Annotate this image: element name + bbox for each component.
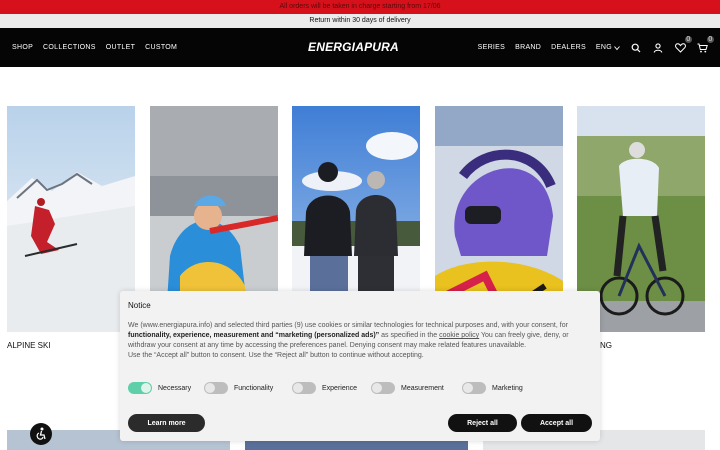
cart-icon[interactable]: 0 <box>696 35 714 54</box>
toggle-switch-measurement[interactable] <box>371 382 395 394</box>
category-label-cycling[interactable]: NG <box>600 341 612 350</box>
toggle-switch-marketing[interactable] <box>462 382 486 394</box>
user-icon[interactable] <box>652 42 664 54</box>
accessibility-icon <box>36 427 46 440</box>
toggle-necessary[interactable]: Necessary <box>128 382 204 394</box>
cookie-dialog-title: Notice <box>128 301 151 310</box>
reject-all-button[interactable]: Reject all <box>448 414 517 432</box>
main-nav: SHOP COLLECTIONS OUTLET CUSTOM <box>12 28 177 67</box>
promo-bar-returns: Return within 30 days of delivery <box>0 14 720 28</box>
nav-brand[interactable]: BRAND <box>515 44 541 51</box>
toggle-switch-functionality[interactable] <box>204 382 228 394</box>
category-label-alpine-ski[interactable]: ALPINE SKI <box>7 341 51 350</box>
toggle-marketing[interactable]: Marketing <box>462 382 523 394</box>
accessibility-button[interactable] <box>30 423 52 445</box>
toggle-switch-experience[interactable] <box>292 382 316 394</box>
cookie-consent-dialog: Notice We (www.energiapura.info) and sel… <box>120 291 600 441</box>
toggle-switch-necessary[interactable] <box>128 382 152 394</box>
nav-dealers[interactable]: DEALERS <box>551 44 586 51</box>
nav-series[interactable]: SERIES <box>478 44 505 51</box>
accept-all-button[interactable]: Accept all <box>521 414 592 432</box>
secondary-nav: SERIES BRAND DEALERS ENG 0 0 <box>478 28 714 67</box>
nav-collections[interactable]: COLLECTIONS <box>43 44 96 51</box>
nav-shop[interactable]: SHOP <box>12 44 33 51</box>
language-selector[interactable]: ENG <box>596 44 620 51</box>
site-header: SHOP COLLECTIONS OUTLET CUSTOM ENERGIAPU… <box>0 28 720 67</box>
brand-logo[interactable]: ENERGIAPURA <box>308 40 399 54</box>
search-icon[interactable] <box>630 42 642 54</box>
nav-custom[interactable]: CUSTOM <box>145 44 177 51</box>
cookie-dialog-text: We (www.energiapura.info) and selected t… <box>128 322 569 349</box>
promo-bar-orders: All orders will be taken in charge start… <box>0 0 720 14</box>
cookie-policy-link[interactable]: cookie policy <box>439 332 479 339</box>
nav-outlet[interactable]: OUTLET <box>106 44 135 51</box>
chevron-down-icon <box>614 45 620 50</box>
toggle-functionality[interactable]: Functionality <box>204 382 292 394</box>
wishlist-count-badge: 0 <box>685 35 692 43</box>
learn-more-button[interactable]: Learn more <box>128 414 205 432</box>
consent-toggles: Necessary Functionality Experience Measu… <box>128 382 523 394</box>
heart-icon[interactable]: 0 <box>674 35 692 54</box>
toggle-measurement[interactable]: Measurement <box>371 382 462 394</box>
cookie-dialog-instructions: Use the “Accept all” button to consent. … <box>128 352 424 359</box>
toggle-experience[interactable]: Experience <box>292 382 371 394</box>
cart-count-badge: 0 <box>707 35 714 43</box>
category-image-alpine-ski[interactable] <box>7 106 135 332</box>
language-label: ENG <box>595 44 612 51</box>
